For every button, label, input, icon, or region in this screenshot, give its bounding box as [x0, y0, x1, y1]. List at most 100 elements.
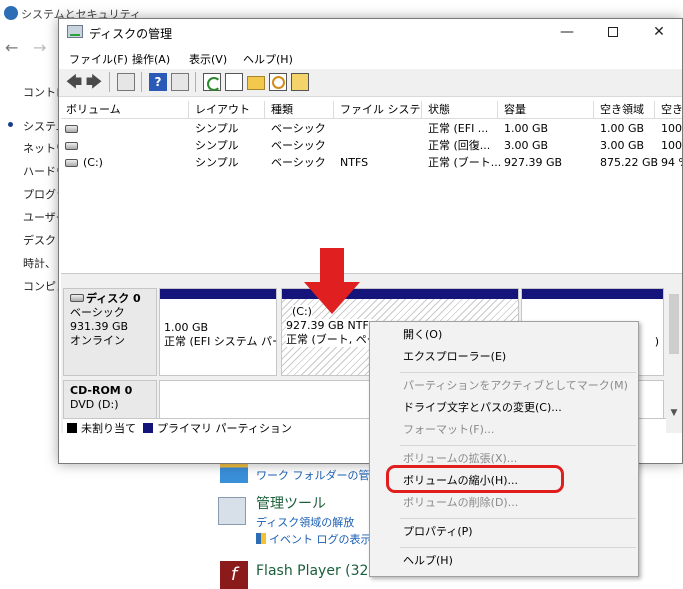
list-view-icon[interactable] — [171, 73, 189, 91]
volume-icon — [65, 159, 78, 167]
menu-item-change-drive-letter[interactable]: ドライブ文字とパスの変更(C)... — [370, 397, 638, 419]
disk-0-label[interactable]: ディスク 0 ベーシック 931.39 GB オンライン — [63, 288, 157, 376]
menu-help[interactable]: ヘルプ(H) — [243, 51, 293, 67]
disk-name: ディスク 0 — [86, 292, 141, 305]
menu-view[interactable]: 表示(V) — [189, 51, 227, 67]
red-annotation-arrow — [304, 248, 360, 314]
maximize-button[interactable] — [590, 19, 636, 45]
cdrom-type: DVD (D:) — [70, 398, 119, 411]
volume-icon — [65, 125, 78, 133]
legend-swatch-unallocated — [67, 423, 77, 433]
disk-size: 931.39 GB — [70, 320, 129, 333]
window-titlebar[interactable]: ディスクの管理 — ✕ — [59, 19, 682, 45]
admin-tools-heading[interactable]: 管理ツール — [256, 493, 326, 513]
scroll-down-arrow[interactable]: ▼ — [666, 408, 682, 418]
column-header[interactable]: 種類 — [266, 101, 334, 119]
volume-status: 正常 (ブート... — [428, 156, 502, 169]
volume-status: 正常 (回復... — [428, 139, 491, 152]
back-arrow-icon[interactable]: 🡄 — [65, 73, 83, 91]
maximize-icon — [608, 27, 618, 37]
cdrom-label[interactable]: CD-ROM 0 DVD (D:) — [63, 380, 157, 420]
disk-type: ベーシック — [70, 306, 125, 319]
partition-bar — [522, 289, 663, 299]
menu-item-properties[interactable]: プロパティ(P) — [370, 521, 638, 543]
menu-item-format: フォーマット(F)... — [403, 423, 495, 436]
partition-status: 正常 (EFI システム パー — [164, 335, 277, 348]
flash-player-icon: f — [220, 561, 248, 589]
explore-icon[interactable] — [269, 73, 287, 91]
volume-name: (C:) — [83, 156, 103, 169]
toolbar-separator — [141, 72, 142, 92]
column-header[interactable]: ファイル システム — [335, 101, 422, 119]
column-header[interactable]: 容量 — [499, 101, 594, 119]
event-log-link[interactable]: イベント ログの表示 — [269, 533, 372, 546]
column-header[interactable]: 状態 — [423, 101, 498, 119]
volume-list: ボリューム レイアウト 種類 ファイル システム 状態 容量 空き領域 空き シ… — [61, 101, 682, 271]
volume-layout: シンプル — [195, 139, 239, 152]
volume-layout: シンプル — [195, 156, 239, 169]
volume-fs: NTFS — [340, 156, 369, 169]
legend-primary: プライマリ パーティション — [157, 422, 292, 435]
volume-capacity: 927.39 GB — [504, 156, 563, 169]
forward-arrow-icon[interactable]: → — [33, 38, 46, 57]
shield-icon — [4, 6, 18, 20]
volume-row[interactable]: (C:) シンプル ベーシック NTFS 正常 (ブート... 927.39 G… — [61, 155, 682, 171]
column-header[interactable]: ボリューム — [61, 101, 189, 119]
help-icon[interactable]: ? — [149, 73, 167, 91]
refresh-icon[interactable] — [203, 73, 221, 91]
scroll-thumb[interactable] — [669, 294, 679, 354]
volume-type: ベーシック — [271, 139, 326, 152]
disk-management-app-icon — [67, 25, 83, 38]
volume-free-pct: 100 — [661, 122, 682, 135]
current-item-bullet — [8, 122, 13, 127]
volume-free: 875.22 GB — [600, 156, 659, 169]
console-tree-icon[interactable] — [117, 73, 135, 91]
menu-item-explorer[interactable]: エクスプローラー(E) — [370, 346, 638, 368]
menu-bar: ファイル(F) 操作(A) 表示(V) ヘルプ(H) — [59, 45, 682, 69]
volume-list-header: ボリューム レイアウト 種類 ファイル システム 状態 容量 空き領域 空き — [61, 101, 682, 119]
menu-item-help[interactable]: ヘルプ(H) — [370, 550, 638, 572]
work-folders-link[interactable]: ワーク フォルダーの管理 — [256, 467, 381, 483]
volume-icon — [65, 142, 78, 150]
check-disk-icon[interactable] — [225, 73, 243, 91]
volume-layout: シンプル — [195, 122, 239, 135]
menu-item-open[interactable]: 開く(O) — [370, 324, 638, 346]
defrag-link[interactable]: ディスク領域の解放 — [256, 514, 354, 530]
admin-tools-icon — [218, 497, 246, 525]
menu-separator — [400, 445, 636, 446]
menu-separator — [400, 518, 636, 519]
toolbar: 🡄 🡆 ? — [59, 69, 682, 97]
properties-icon[interactable] — [291, 73, 309, 91]
close-button[interactable]: ✕ — [636, 19, 682, 45]
column-header[interactable]: レイアウト — [190, 101, 265, 119]
uac-shield-icon — [256, 533, 266, 544]
partition-size: 927.39 GB NTFS — [286, 319, 376, 333]
volume-row[interactable]: シンプル ベーシック 正常 (回復... 3.00 GB 3.00 GB 100 — [61, 138, 682, 154]
partition-bar — [160, 289, 276, 299]
volume-status: 正常 (EFI ... — [428, 122, 489, 135]
menu-separator — [400, 372, 636, 373]
menu-item-mark-active: パーティションをアクティブとしてマーク(M) — [403, 379, 628, 392]
volume-type: ベーシック — [271, 122, 326, 135]
column-header[interactable]: 空き — [656, 101, 682, 119]
volume-capacity: 3.00 GB — [504, 139, 549, 152]
menu-action[interactable]: 操作(A) — [132, 51, 170, 67]
partition-efi[interactable]: 1.00 GB 正常 (EFI システム パー — [159, 288, 277, 376]
context-menu: 開く(O) エクスプローラー(E) パーティションをアクティブとしてマーク(M)… — [369, 321, 639, 577]
legend-swatch-primary — [143, 423, 153, 433]
back-arrow-icon[interactable]: ← — [5, 38, 18, 57]
menu-item-delete-volume: ボリュームの削除(D)... — [403, 496, 519, 509]
volume-row[interactable]: シンプル ベーシック 正常 (EFI ... 1.00 GB 1.00 GB 1… — [61, 121, 682, 137]
partition-size: 1.00 GB — [164, 321, 209, 334]
forward-arrow-icon[interactable]: 🡆 — [85, 73, 103, 91]
volume-type: ベーシック — [271, 156, 326, 169]
graph-scrollbar[interactable]: ▼ — [666, 274, 682, 418]
shrink-volume-highlight — [386, 465, 564, 493]
menu-file[interactable]: ファイル(F) — [69, 51, 128, 67]
open-folder-icon[interactable] — [247, 76, 265, 90]
minimize-button[interactable]: — — [544, 19, 590, 45]
window-title: ディスクの管理 — [89, 27, 173, 41]
sidebar-item[interactable]: 時計、 — [23, 255, 56, 271]
menu-separator — [400, 547, 636, 548]
column-header[interactable]: 空き領域 — [595, 101, 655, 119]
